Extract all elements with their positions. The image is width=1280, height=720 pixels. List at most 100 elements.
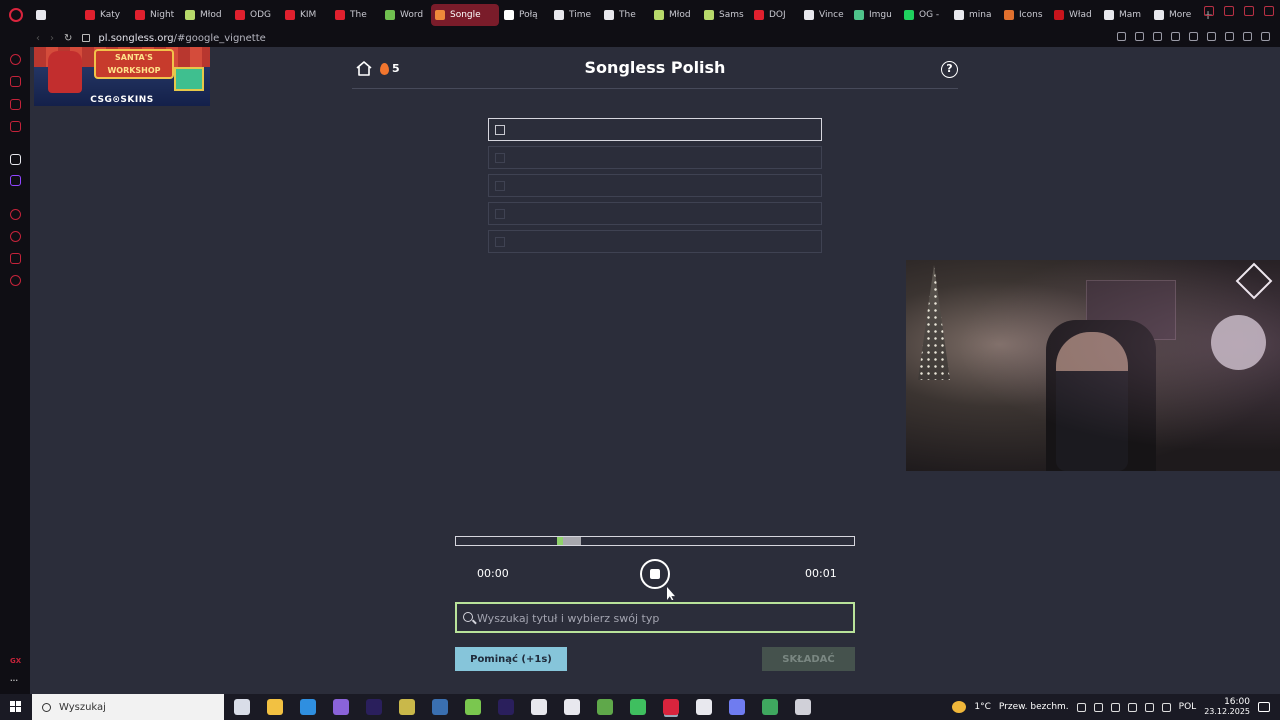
notepad-icon[interactable]	[465, 699, 481, 715]
obs-icon[interactable]	[564, 699, 580, 715]
browser-tab[interactable]: Songle	[431, 3, 499, 26]
skip-button[interactable]: Pominąć (+1s)	[455, 647, 567, 671]
taskbar-search[interactable]: Wyszukaj	[32, 694, 224, 720]
browser-tab[interactable]: Wład	[1050, 4, 1099, 26]
ad-banner[interactable]: SANTA'S WORKSHOP CSG⊙SKINS	[34, 47, 210, 106]
app-purple-icon[interactable]	[333, 699, 349, 715]
chrome-icon[interactable]	[762, 699, 778, 715]
settings-icon[interactable]	[531, 699, 547, 715]
notifications-icon[interactable]	[1258, 702, 1270, 712]
tray-onedrive-icon[interactable]	[1093, 702, 1103, 712]
more-icon[interactable]: ···	[10, 677, 18, 685]
weather-icon[interactable]	[952, 701, 967, 713]
song-search-input[interactable]	[477, 608, 847, 628]
browser-tab[interactable]: Word	[381, 4, 430, 26]
search-tabs-icon[interactable]	[1204, 6, 1214, 16]
browser-tab[interactable]: mina	[950, 4, 999, 26]
app-clock-icon[interactable]	[696, 699, 712, 715]
heart-icon[interactable]	[1189, 32, 1198, 41]
messenger-icon[interactable]	[10, 99, 21, 110]
app-money-icon[interactable]	[399, 699, 415, 715]
browser-tab[interactable]: Icons	[1000, 4, 1049, 26]
lock-icon[interactable]	[82, 34, 91, 42]
browser-tab[interactable]: Vince	[800, 4, 849, 26]
tray-volume-icon[interactable]	[1161, 702, 1171, 712]
app-shield-icon[interactable]	[795, 699, 811, 715]
browser-tab[interactable]: Połą	[500, 4, 549, 26]
browser-tab[interactable]: ODG	[231, 4, 280, 26]
playback-progress-bar[interactable]	[455, 536, 855, 546]
page-title: Songless Polish	[584, 58, 726, 77]
tab-label: Night	[150, 9, 175, 20]
news-icon[interactable]	[10, 121, 21, 132]
pin-icon[interactable]	[1117, 32, 1126, 41]
settings-icon[interactable]	[10, 275, 21, 286]
browser-tab[interactable]: Mam	[1100, 4, 1149, 26]
vpn-icon[interactable]	[1153, 32, 1162, 41]
browser-tab[interactable]: Time	[550, 4, 599, 26]
stop-button[interactable]	[640, 559, 670, 589]
tray-usb-icon[interactable]	[1127, 702, 1137, 712]
file-explorer-icon[interactable]	[267, 699, 283, 715]
browser-tab[interactable]: Młod	[650, 4, 699, 26]
tab-label: Katy	[100, 9, 121, 20]
guess-box-icon	[495, 125, 505, 135]
submit-button[interactable]: SKŁADAĆ	[762, 647, 855, 671]
browser-tab[interactable]: The	[600, 4, 649, 26]
opera-gx-icon[interactable]	[663, 699, 679, 715]
tab-menu-icon[interactable]	[32, 4, 81, 26]
task-view-icon[interactable]	[234, 699, 250, 715]
steam-icon[interactable]	[432, 699, 448, 715]
gx-control-icon[interactable]	[10, 54, 21, 65]
tray-network-icon[interactable]	[1144, 702, 1154, 712]
browser-tab[interactable]: Sams	[700, 4, 749, 26]
app-green-icon[interactable]	[630, 699, 646, 715]
snapshot-icon[interactable]	[1135, 32, 1144, 41]
minimize-icon[interactable]	[1224, 6, 1234, 16]
tray-chevron-icon[interactable]	[1076, 702, 1086, 712]
guess-box-icon	[495, 181, 505, 191]
gx-corner-icon[interactable]	[10, 76, 21, 87]
browser-tab[interactable]: Młod	[181, 4, 230, 26]
url-field[interactable]: pl.songless.org/#google_vignette	[98, 33, 265, 44]
help-icon[interactable]: ?	[941, 61, 958, 78]
vs-code-icon[interactable]	[300, 699, 316, 715]
tab-label: mina	[969, 9, 992, 20]
forward-icon[interactable]: ›	[50, 33, 54, 44]
twitch-icon[interactable]	[10, 175, 21, 186]
extensions-icon[interactable]	[1207, 32, 1216, 41]
browser-tab[interactable]: More	[1150, 4, 1199, 26]
browser-tab[interactable]: Katy	[81, 4, 130, 26]
language-indicator[interactable]: POL	[1179, 702, 1197, 712]
guess-row	[488, 118, 822, 141]
back-icon[interactable]: ‹	[36, 33, 40, 44]
browser-tab[interactable]: KIM	[281, 4, 330, 26]
arc-icon[interactable]	[10, 154, 21, 165]
browser-tab[interactable]: OG -	[900, 4, 949, 26]
opera-logo-icon[interactable]	[0, 0, 32, 29]
close-icon[interactable]	[1264, 6, 1274, 16]
history-icon[interactable]	[10, 231, 21, 242]
browser-tab[interactable]: DOJ	[750, 4, 799, 26]
browser-tab[interactable]: Night	[131, 4, 180, 26]
gx-label[interactable]: GX	[10, 657, 21, 665]
menu-icon[interactable]	[1261, 32, 1270, 41]
browser-tab[interactable]: The	[331, 4, 380, 26]
play-icon[interactable]	[1171, 32, 1180, 41]
tab-favicon-icon	[85, 9, 95, 20]
discord-icon[interactable]	[729, 699, 745, 715]
maximize-icon[interactable]	[1244, 6, 1254, 16]
tray-app-icon[interactable]	[1110, 702, 1120, 712]
reload-icon[interactable]: ↻	[64, 33, 72, 44]
minecraft-icon[interactable]	[597, 699, 613, 715]
webcam-overlay	[906, 260, 1280, 471]
windows-start-icon[interactable]	[0, 694, 32, 720]
after-effects-icon[interactable]	[366, 699, 382, 715]
music-player-icon[interactable]	[10, 209, 21, 220]
browser-tab[interactable]: Imgu	[850, 4, 899, 26]
clock[interactable]: 16:00 23.12.2025	[1204, 697, 1250, 717]
premiere-icon[interactable]	[498, 699, 514, 715]
profile-icon[interactable]	[1225, 32, 1234, 41]
download-icon[interactable]	[1243, 32, 1252, 41]
extensions-sidebar-icon[interactable]	[10, 253, 21, 264]
